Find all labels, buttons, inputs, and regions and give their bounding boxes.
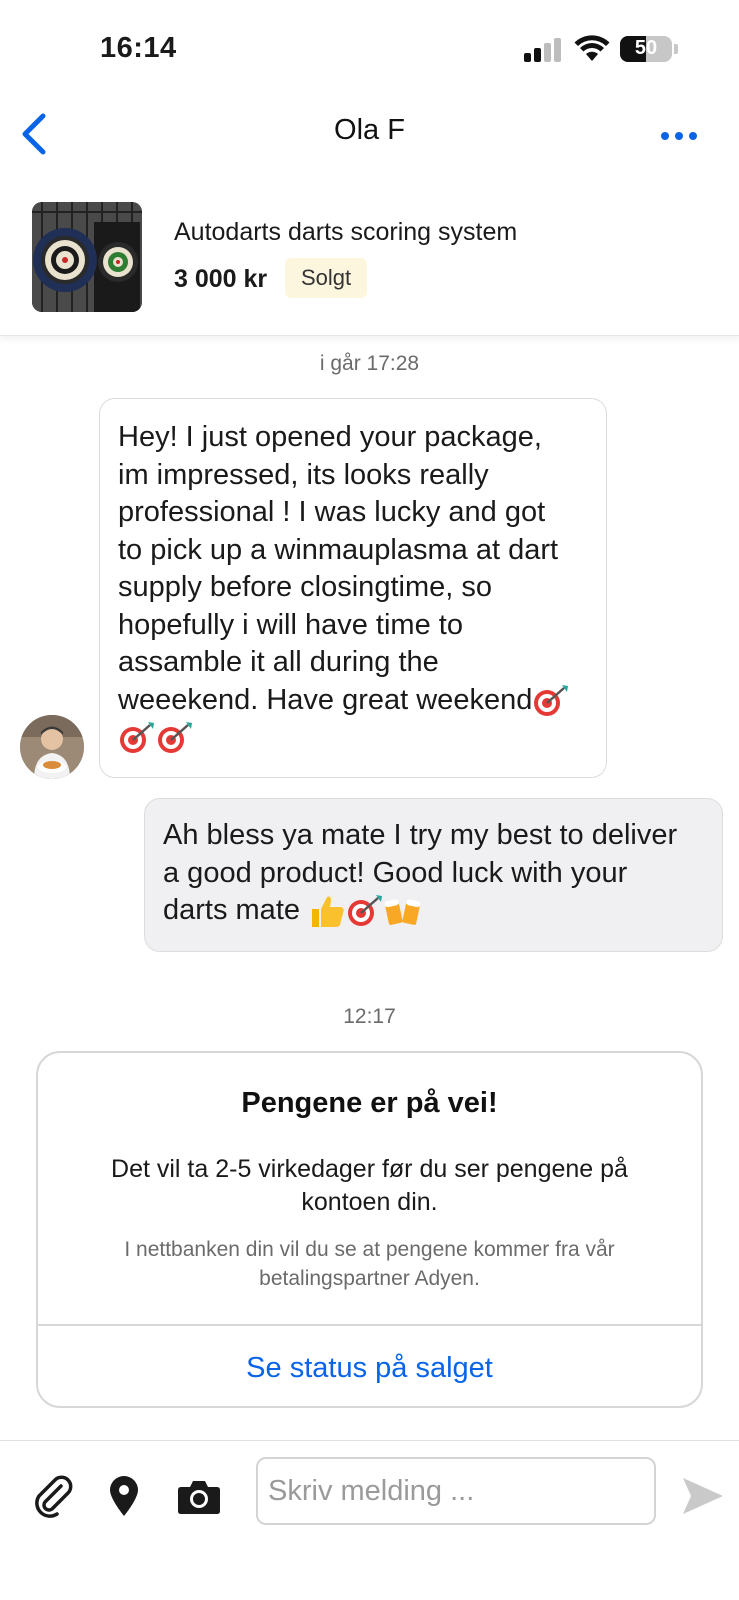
avatar[interactable]	[20, 715, 84, 779]
avatar-photo	[20, 715, 84, 779]
incoming-message-bubble[interactable]: Hey! I just opened your package, im impr…	[99, 398, 607, 778]
attach-button[interactable]	[26, 1469, 80, 1523]
message-line: to pick up a winmauplasma at dart	[118, 533, 559, 566]
battery-level: 50	[634, 37, 658, 59]
more-dots-icon	[661, 132, 669, 140]
card-note-line: betalingspartner Adyen.	[259, 1267, 480, 1290]
send-button[interactable]	[676, 1469, 730, 1523]
card-body-line: kontoen din.	[301, 1188, 438, 1216]
card-title: Pengene er på vei!	[241, 1087, 498, 1119]
message-text: darts mate	[163, 894, 300, 926]
camera-icon	[178, 1481, 220, 1514]
battery-tip	[674, 44, 678, 54]
status-badge: Solgt	[285, 258, 368, 298]
message-composer	[0, 1440, 739, 1600]
beer-mugs-icon	[384, 899, 421, 926]
dart-target-icon	[534, 684, 569, 716]
status-bar: 16:14 50	[0, 0, 739, 96]
message-line: weeekend. Have great weekend	[118, 682, 588, 720]
message-line: Hey! I just opened your package,	[118, 421, 542, 453]
message-line: Ah bless ya mate I try my best to delive…	[163, 819, 678, 851]
listing-summary[interactable]: Autodarts darts scoring system 3 000 kr …	[0, 188, 739, 336]
outgoing-message-bubble[interactable]: Ah bless ya mate I try my best to delive…	[144, 798, 723, 952]
message-line: im impressed, its looks really	[118, 458, 489, 491]
battery-icon: 50	[620, 36, 672, 62]
emoji-line	[118, 719, 588, 757]
card-note: I nettbanken din vil du se at pengene ko…	[78, 1235, 661, 1293]
status-time: 16:14	[100, 32, 177, 64]
more-options-button[interactable]	[654, 116, 704, 156]
message-text: weeekend. Have great weekend	[118, 683, 533, 716]
card-body-line: Det vil ta 2-5 virkedager før du ser pen…	[111, 1155, 628, 1183]
contact-name[interactable]: Ola F	[0, 114, 739, 147]
message-input[interactable]	[256, 1457, 656, 1525]
thumbs-up-icon	[312, 896, 344, 928]
paperclip-icon	[35, 1475, 73, 1518]
dartboard-image	[32, 202, 142, 312]
message-line: professional ! I was lucky and got	[118, 496, 546, 528]
message-line: supply before closingtime, so	[118, 571, 492, 603]
message-line: assamble it all during the	[118, 646, 439, 678]
more-dot	[675, 132, 683, 140]
dart-target-icon	[120, 722, 154, 754]
location-pin-icon	[110, 1476, 138, 1516]
listing-thumbnail[interactable]	[32, 202, 142, 312]
view-sale-status-link[interactable]: Se status på salget	[38, 1326, 701, 1406]
camera-button[interactable]	[172, 1469, 226, 1523]
send-icon	[683, 1478, 723, 1514]
message-timestamp: 12:17	[343, 1005, 396, 1028]
location-button[interactable]	[97, 1469, 151, 1523]
payment-status-card: Pengene er på vei! Det vil ta 2-5 virked…	[36, 1051, 703, 1408]
chat-header: Ola F	[0, 96, 739, 172]
listing-price: 3 000 kr	[174, 265, 268, 293]
message-line: darts mate	[163, 892, 704, 930]
message-line: hopefully i will have time to	[118, 608, 463, 641]
dart-target-icon	[348, 895, 383, 927]
message-timestamp: i går 17:28	[319, 352, 420, 375]
card-note-line: I nettbanken din vil du se at pengene ko…	[124, 1238, 615, 1261]
card-body: Det vil ta 2-5 virkedager før du ser pen…	[78, 1153, 661, 1219]
message-line: a good product! Good luck with your	[163, 856, 628, 889]
dart-target-icon	[158, 722, 192, 754]
cellular-signal-icon	[524, 38, 564, 62]
listing-title[interactable]: Autodarts darts scoring system	[174, 218, 517, 247]
wifi-icon	[574, 35, 610, 61]
more-dot	[689, 132, 697, 140]
